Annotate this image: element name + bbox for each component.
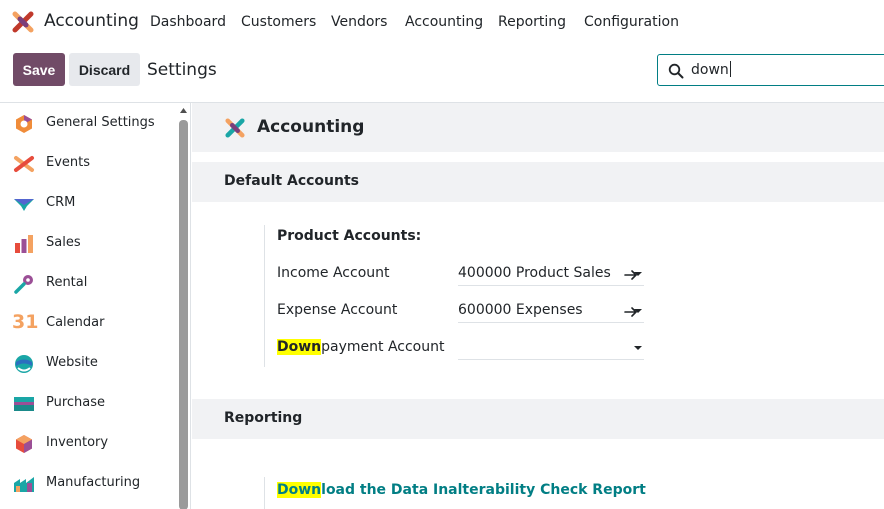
rental-icon [14, 275, 33, 294]
search-icon [668, 63, 684, 79]
top-navbar: Accounting Dashboard Customers Vendors A… [0, 0, 884, 44]
sidebar-item-label: Events [46, 155, 91, 170]
sidebar-item-label: Rental [46, 275, 88, 290]
expense-account-label: Expense Account [277, 302, 398, 318]
discard-button[interactable]: Discard [69, 53, 140, 86]
website-icon [15, 355, 33, 373]
sidebar-item-label: Website [46, 355, 98, 370]
menu-configuration[interactable]: Configuration [584, 14, 679, 30]
crm-icon [14, 199, 34, 211]
menu-customers[interactable]: Customers [241, 14, 316, 30]
download-inalterability-report-link[interactable]: Download the Data Inalterability Check R… [277, 482, 646, 498]
save-button[interactable]: Save [13, 53, 65, 86]
search-value[interactable]: down [691, 61, 731, 78]
sidebar-item-general-settings[interactable]: General Settings [0, 103, 176, 143]
inventory-icon [16, 435, 32, 453]
manufacturing-icon [14, 477, 34, 492]
search-highlight: Down [277, 339, 322, 355]
section-title: Default Accounts [224, 173, 359, 189]
accounting-app-icon[interactable] [12, 11, 34, 33]
downpayment-account-label: Downpayment Account [277, 339, 445, 355]
sidebar-item-rental[interactable]: Rental [0, 263, 176, 303]
app-settings-header: Accounting [192, 103, 884, 152]
downpayment-account-field[interactable] [458, 337, 644, 360]
sidebar-item-crm[interactable]: CRM [0, 183, 176, 223]
menu-vendors[interactable]: Vendors [331, 14, 387, 30]
scrollbar-thumb[interactable] [179, 120, 188, 509]
app-name[interactable]: Accounting [44, 11, 139, 31]
section-reporting: Reporting [192, 399, 884, 439]
internal-link-arrow-icon[interactable] [624, 268, 638, 282]
settings-content: Accounting Default Accounts Product Acco… [192, 103, 884, 509]
section-title: Reporting [224, 410, 303, 426]
sidebar-item-label: Manufacturing [46, 475, 141, 490]
internal-link-arrow-icon[interactable] [624, 305, 638, 319]
setting-left-border [264, 477, 265, 509]
section-default-accounts: Default Accounts [192, 162, 884, 202]
sidebar-item-label: Calendar [46, 315, 105, 330]
sidebar-item-purchase[interactable]: Purchase [0, 383, 176, 423]
sidebar-item-label: CRM [46, 195, 76, 210]
expense-account-value: 600000 Expenses [458, 302, 583, 318]
income-account-label: Income Account [277, 265, 390, 281]
calendar-icon: 31 [12, 311, 39, 333]
sidebar-item-label: Inventory [46, 435, 109, 450]
sidebar-item-events[interactable]: Events [0, 143, 176, 183]
sidebar-item-inventory[interactable]: Inventory [0, 423, 176, 463]
setting-left-border [264, 225, 265, 367]
general-settings-icon [16, 115, 32, 133]
menu-accounting[interactable]: Accounting [405, 14, 483, 30]
expense-account-field[interactable]: 600000 Expenses [458, 300, 644, 323]
sidebar-item-website[interactable]: Website [0, 343, 176, 383]
sidebar-item-sales[interactable]: Sales [0, 223, 176, 263]
sidebar-item-manufacturing[interactable]: Manufacturing [0, 463, 176, 503]
accounting-app-icon [225, 118, 245, 138]
purchase-icon [14, 397, 34, 411]
search-input[interactable]: down [657, 54, 884, 86]
breadcrumb: Settings [147, 60, 217, 80]
sidebar-item-calendar[interactable]: 31 Calendar [0, 303, 176, 343]
menu-reporting[interactable]: Reporting [498, 14, 566, 30]
app-settings-title: Accounting [257, 117, 365, 137]
events-icon [14, 156, 34, 172]
menu-dashboard[interactable]: Dashboard [150, 14, 226, 30]
income-account-field[interactable]: 400000 Product Sales [458, 263, 644, 286]
sidebar-item-label: Sales [46, 235, 81, 250]
sidebar-item-label: General Settings [46, 115, 155, 130]
chevron-down-icon[interactable] [634, 346, 642, 350]
search-highlight: Down [277, 482, 322, 498]
sidebar-scrollbar[interactable] [179, 106, 188, 509]
income-account-value: 400000 Product Sales [458, 265, 611, 281]
settings-sidebar: General Settings Events CRM Sales Rental [0, 103, 191, 509]
sidebar-item-label: Purchase [46, 395, 106, 410]
sales-icon [15, 235, 33, 253]
product-accounts-label: Product Accounts: [277, 228, 422, 244]
scroll-up-arrow-icon[interactable] [179, 106, 188, 116]
